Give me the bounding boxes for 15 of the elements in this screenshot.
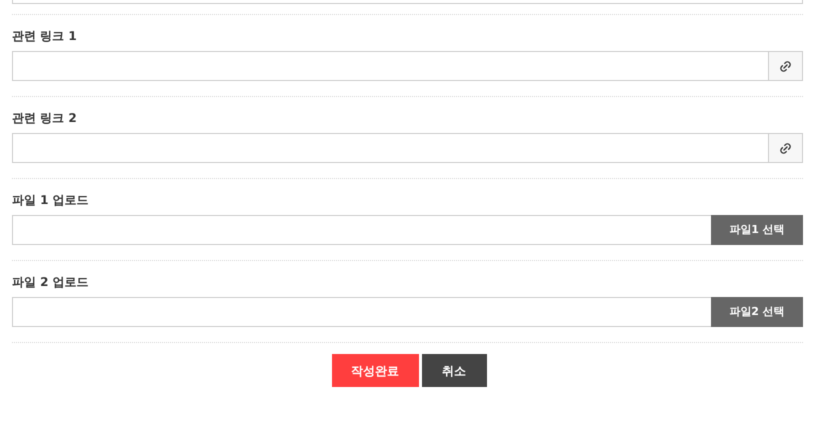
cancel-button[interactable]: 취소 [422,354,486,387]
field-label: 관련 링크 1 [12,28,77,44]
url-input-field[interactable] [12,133,803,163]
file-input-field[interactable] [12,297,711,327]
field-label: 파일 1 업로드 [12,192,89,208]
submit-button[interactable]: 작성완료 [332,354,418,387]
file-input-field[interactable] [12,215,711,245]
field-label: 관련 링크 2 [12,110,77,126]
file-select-button[interactable]: 파일1 선택 [711,215,803,245]
file-select-button[interactable]: 파일2 선택 [711,297,803,327]
field-label: 파일 2 업로드 [12,274,89,290]
link-button[interactable] [768,52,802,80]
textarea-field[interactable] [12,0,803,4]
link-button[interactable] [768,134,802,162]
url-input-field[interactable] [12,51,803,81]
